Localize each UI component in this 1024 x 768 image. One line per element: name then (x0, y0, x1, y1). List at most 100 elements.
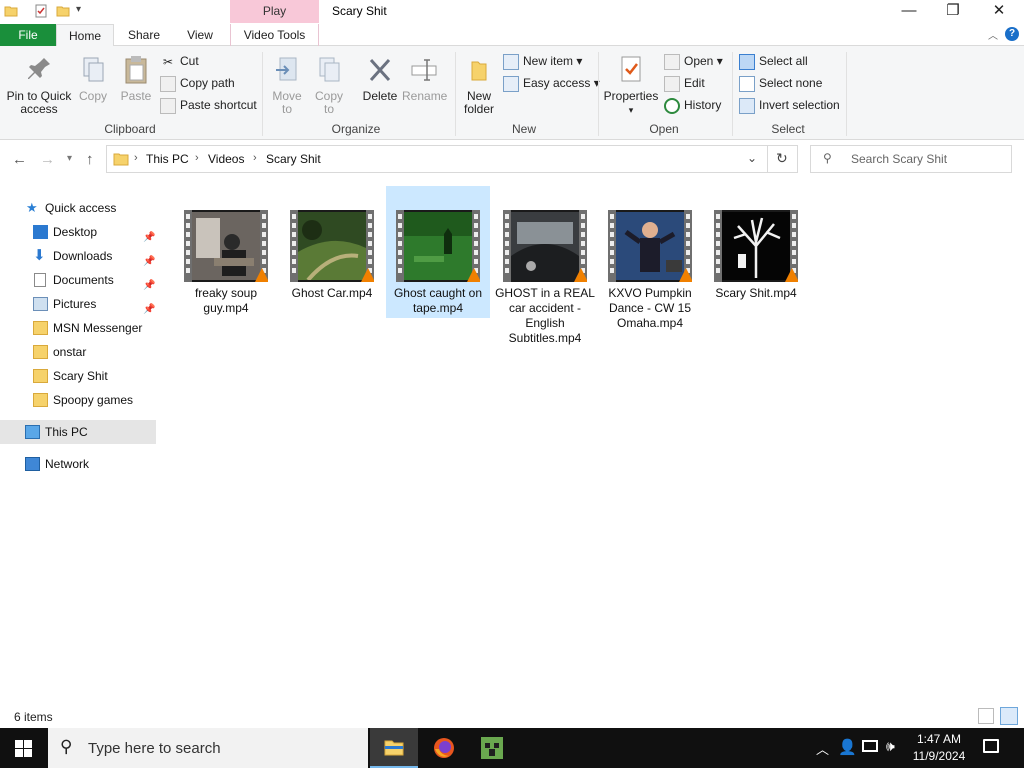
maximize-button[interactable]: ❐ (930, 0, 976, 24)
nav-item-desktop[interactable]: Desktop 📌 (0, 220, 156, 244)
file-item[interactable]: Ghost caught on tape.mp4 (386, 186, 490, 318)
video-thumbnail (396, 210, 480, 282)
nav-quick-access[interactable]: ★ Quick access (0, 196, 156, 220)
download-arrow-icon: ⬇ (33, 247, 46, 264)
group-label-organize: Organize (331, 122, 381, 136)
copy-to-button[interactable]: Copy to (312, 54, 346, 116)
new-item-button[interactable]: New item ▾ (503, 51, 582, 71)
cut-button[interactable]: ✂ Cut (160, 51, 199, 71)
search-icon: ⚲ (60, 737, 73, 756)
nav-item-spoopy-games[interactable]: Spoopy games (0, 388, 156, 412)
title-bar: ▾ Play Scary Shit — ❐ ✕ (0, 0, 1024, 24)
show-hidden-icons-icon[interactable]: ︿ (816, 739, 829, 758)
breadcrumb-scary-shit[interactable]: Scary Shit (266, 152, 321, 166)
copy-button[interactable]: Copy (76, 54, 110, 103)
file-explorer-taskbar-icon[interactable] (370, 728, 418, 768)
back-arrow-icon[interactable]: ← (12, 151, 27, 168)
file-item[interactable]: KXVO Pumpkin Dance - CW 15 Omaha.mp4 (598, 186, 702, 330)
tab-video-tools[interactable]: Video Tools (230, 24, 319, 46)
tab-home[interactable]: Home (56, 24, 114, 47)
move-to-button[interactable]: Move to (270, 54, 304, 116)
search-input[interactable]: Search Scary Shit (851, 152, 947, 166)
folder-icon (33, 321, 48, 335)
nav-item-msn-messenger[interactable]: MSN Messenger (0, 316, 156, 340)
large-icons-view-icon[interactable] (1000, 707, 1018, 725)
breadcrumb-this-pc[interactable]: This PC (146, 152, 189, 166)
file-item[interactable]: Ghost Car.mp4 (280, 186, 384, 318)
refresh-icon[interactable]: ↻ (776, 150, 788, 167)
details-view-icon[interactable] (978, 708, 994, 724)
collapse-ribbon-icon[interactable]: ︿ (988, 27, 998, 42)
vlc-icon (466, 268, 480, 282)
pictures-icon (33, 297, 48, 311)
address-bar[interactable]: › This PC › Videos › Scary Shit ⌄ ↻ (106, 145, 798, 173)
folder-icon (4, 6, 18, 17)
paste-shortcut-button[interactable]: Paste shortcut (160, 95, 257, 115)
pin-to-quick-access-button[interactable]: Pin to Quick access (4, 54, 74, 116)
nav-item-onstar[interactable]: onstar (0, 340, 156, 364)
new-folder-button[interactable]: New folder (460, 54, 498, 116)
nav-network[interactable]: Network (0, 452, 156, 476)
forward-arrow-icon[interactable]: → (40, 151, 55, 168)
notification-center-icon[interactable] (983, 739, 999, 753)
nav-item-pictures[interactable]: Pictures 📌 (0, 292, 156, 316)
folder-icon (33, 345, 48, 359)
close-button[interactable]: ✕ (976, 0, 1022, 24)
new-folder-icon[interactable] (56, 4, 70, 18)
properties-icon[interactable] (34, 4, 48, 18)
history-button[interactable]: History (664, 95, 721, 115)
nav-item-downloads[interactable]: ⬇ Downloads 📌 (0, 244, 156, 268)
copy-path-button[interactable]: Copy path (160, 73, 235, 93)
video-thumbnail (290, 210, 374, 282)
file-item[interactable]: freaky soup guy.mp4 (174, 186, 278, 318)
taskbar-search-box[interactable]: ⚲ Type here to search (48, 728, 368, 768)
firefox-taskbar-icon[interactable] (420, 728, 468, 768)
delete-button[interactable]: Delete (360, 54, 400, 103)
easy-access-button[interactable]: Easy access ▾ (503, 73, 600, 93)
new-item-icon (503, 53, 519, 70)
tab-view[interactable]: View (174, 24, 226, 46)
nav-item-documents[interactable]: Documents 📌 (0, 268, 156, 292)
vlc-icon (678, 268, 692, 282)
edit-button[interactable]: Edit (664, 73, 705, 93)
tab-file[interactable]: File (0, 24, 56, 46)
invert-selection-button[interactable]: Invert selection (739, 95, 840, 115)
desktop-icon (33, 225, 48, 239)
select-all-icon (739, 53, 755, 70)
search-box[interactable]: ⚲ Search Scary Shit (810, 145, 1012, 173)
invert-selection-icon (739, 97, 755, 114)
rename-button[interactable]: Rename (402, 54, 447, 103)
folder-icon (33, 369, 48, 383)
windows-start-icon[interactable] (15, 740, 32, 757)
file-name: Ghost Car.mp4 (291, 286, 373, 300)
minecraft-taskbar-icon[interactable] (468, 728, 516, 768)
breadcrumb-separator: › (195, 152, 199, 164)
up-arrow-icon[interactable]: ↑ (86, 151, 94, 168)
help-icon[interactable]: ? (1005, 27, 1019, 41)
copy-to-icon (319, 57, 340, 82)
recent-locations-icon[interactable]: ▾ (67, 153, 72, 164)
breadcrumb-videos[interactable]: Videos (208, 152, 244, 166)
taskbar-clock[interactable]: 1:47 AM 11/9/2024 (904, 731, 974, 765)
address-dropdown-icon[interactable]: ⌄ (747, 151, 757, 165)
nav-this-pc[interactable]: This PC (0, 420, 156, 444)
open-button[interactable]: Open ▾ (664, 51, 723, 71)
user-icon[interactable]: 👤 (838, 738, 857, 756)
select-none-button[interactable]: Select none (739, 73, 822, 93)
taskbar-search-input[interactable]: Type here to search (88, 740, 221, 757)
properties-button[interactable]: Properties ▾ (603, 54, 659, 117)
tab-share[interactable]: Share (118, 24, 170, 46)
select-none-icon (739, 75, 755, 92)
nav-item-scary-shit[interactable]: Scary Shit (0, 364, 156, 388)
breadcrumb-separator: › (134, 152, 138, 164)
history-icon (664, 97, 680, 114)
minimize-button[interactable]: — (886, 0, 932, 24)
vlc-icon (254, 268, 268, 282)
file-item[interactable]: GHOST in a REAL car accident - English S… (493, 186, 597, 345)
network-status-icon[interactable] (862, 740, 878, 752)
select-all-button[interactable]: Select all (739, 51, 808, 71)
paste-button[interactable]: Paste (118, 54, 154, 103)
volume-icon[interactable]: 🕪 (886, 738, 895, 755)
customize-quick-access-icon[interactable]: ▾ (76, 4, 81, 15)
file-item[interactable]: Scary Shit.mp4 (704, 186, 808, 318)
